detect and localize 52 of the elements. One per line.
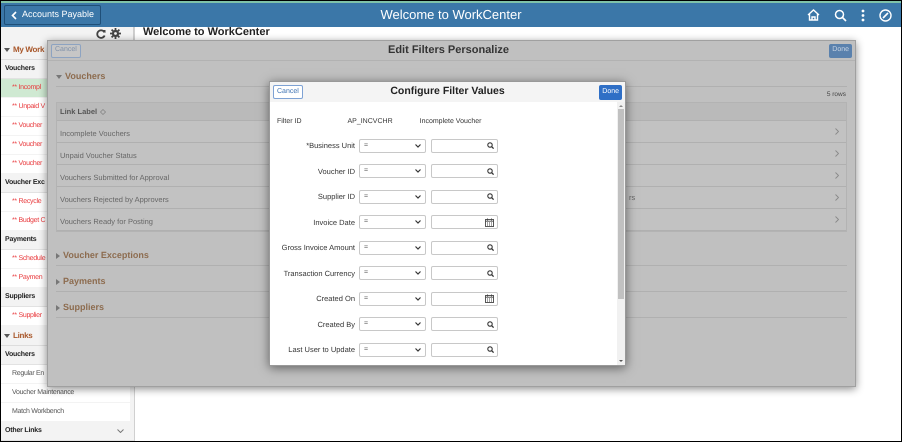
input-field[interactable] — [431, 292, 498, 306]
chevron-right-icon — [835, 128, 839, 135]
back-icon — [11, 10, 17, 20]
compass-icon[interactable] — [879, 8, 892, 22]
search-icon[interactable] — [487, 244, 494, 252]
search-icon[interactable] — [487, 193, 494, 200]
section-title[interactable]: Links — [13, 330, 32, 342]
input-field[interactable] — [431, 266, 498, 280]
calendar-icon[interactable] — [485, 294, 494, 304]
collapse-icon[interactable] — [4, 48, 10, 52]
input-field[interactable] — [431, 215, 498, 230]
chevron-down-icon[interactable] — [117, 429, 124, 433]
dialog-title: Edit Filters Personalize — [388, 43, 510, 58]
input-field[interactable] — [431, 164, 498, 178]
main-title: Welcome to WorkCenter — [143, 26, 270, 38]
chevron-down-icon — [415, 246, 421, 250]
chevron-down-icon — [415, 169, 421, 174]
chevron-right-icon — [835, 216, 839, 223]
chevron-down-icon — [415, 194, 421, 199]
search-icon[interactable] — [487, 168, 494, 175]
scroll-down-icon[interactable] — [619, 359, 623, 363]
gear-icon[interactable] — [110, 28, 121, 39]
chevron-down-icon — [415, 220, 421, 224]
search-icon[interactable] — [487, 142, 494, 150]
calendar-icon[interactable] — [485, 218, 494, 227]
search-icon[interactable] — [487, 320, 494, 328]
collapse-icon[interactable] — [4, 334, 10, 338]
chevron-down-icon — [415, 348, 421, 352]
back-button[interactable]: Accounts Payable — [4, 5, 102, 25]
expand-icon[interactable] — [56, 278, 60, 284]
chevron-right-icon — [835, 172, 839, 179]
search-icon[interactable] — [487, 270, 494, 277]
input-field[interactable] — [431, 240, 498, 255]
input-field[interactable] — [431, 342, 498, 357]
refresh-icon[interactable] — [96, 28, 106, 38]
page-title: Welcome to WorkCenter — [380, 6, 522, 24]
chevron-down-icon — [415, 144, 421, 148]
chevron-right-icon — [835, 150, 839, 157]
input-field[interactable] — [431, 317, 498, 332]
chevron-down-icon — [415, 296, 421, 301]
more-icon[interactable] — [861, 8, 865, 22]
expand-icon[interactable] — [56, 252, 60, 258]
home-icon[interactable] — [807, 9, 820, 21]
chevron-right-icon — [835, 194, 839, 201]
section-title[interactable]: My Work — [13, 44, 44, 56]
chevron-down-icon — [415, 271, 421, 276]
search-icon[interactable] — [487, 346, 494, 354]
dialog-title: Configure Filter Values — [390, 84, 505, 100]
chevron-down-icon — [415, 322, 421, 326]
input-field[interactable] — [431, 138, 498, 153]
expand-icon[interactable] — [56, 304, 60, 310]
input-field[interactable] — [431, 190, 498, 204]
